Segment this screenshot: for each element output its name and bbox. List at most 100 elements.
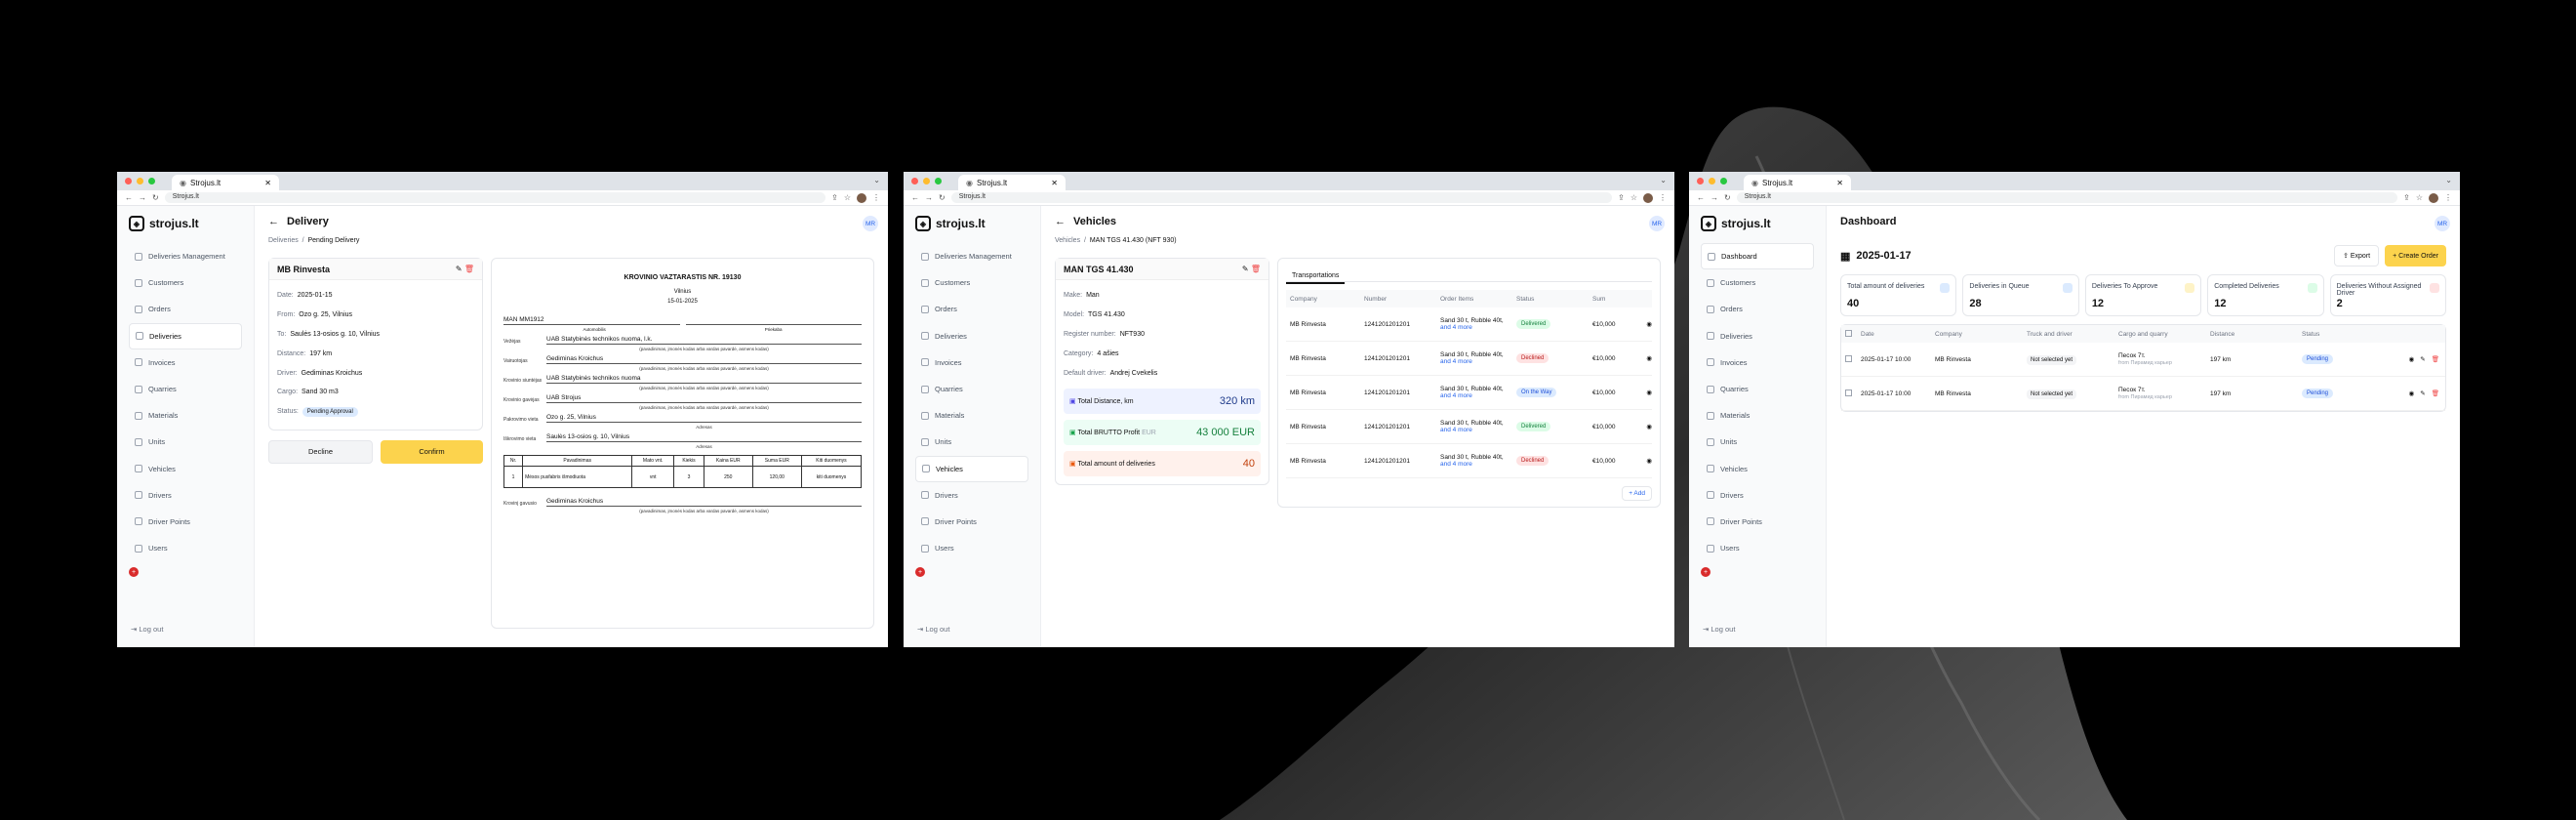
language-flag-icon[interactable]: + [915,567,925,578]
sidebar-item-driver-points[interactable]: Driver Points [129,509,242,535]
close-window-icon[interactable] [125,178,132,184]
chevron-down-icon[interactable]: ⌄ [873,176,880,184]
logo[interactable]: ◈ strojus.lt [915,216,1028,231]
bookmark-icon[interactable]: ☆ [2416,193,2423,202]
table-row[interactable]: MB Rinvesta 1241201201201 Sand 30 t, Rubbl… [1286,444,1652,478]
delete-icon[interactable]: 🗑 [2432,355,2439,363]
close-tab-icon[interactable]: ✕ [1051,179,1058,187]
sidebar-item-customers[interactable]: Customers [129,269,242,296]
add-button[interactable]: + Add [1622,486,1652,501]
sidebar-item-dashboard[interactable]: Dashboard [1701,243,1814,270]
minimize-window-icon[interactable] [923,178,930,184]
url-field[interactable]: Strojus.lt [950,192,1613,203]
minimize-window-icon[interactable] [137,178,143,184]
url-field[interactable]: Strojus.lt [1736,192,2398,203]
sidebar-item-vehicles[interactable]: Vehicles [129,456,242,482]
user-avatar[interactable]: MR [2435,216,2450,231]
sidebar-item-invoices[interactable]: Invoices [915,349,1028,376]
edit-icon[interactable]: ✎ [1242,265,1249,273]
stat-card[interactable]: Deliveries in Queue 28 [1962,274,2079,316]
sidebar-item-deliveries[interactable]: Deliveries [129,322,242,349]
back-icon[interactable]: ← [911,193,919,202]
table-row[interactable]: 2025-01-17 10:00 MB Rinvesta Not selected… [1841,343,2445,377]
sidebar-item-vehicles[interactable]: Vehicles [915,455,1028,482]
sidebar-item-units[interactable]: Units [129,429,242,455]
breadcrumb-parent[interactable]: Deliveries [268,237,299,244]
reload-icon[interactable]: ↻ [152,193,159,202]
select-all-checkbox[interactable] [1845,329,1852,337]
close-window-icon[interactable] [1697,178,1704,184]
sidebar-item-deliveries-management[interactable]: Deliveries Management [915,243,1028,269]
chevron-down-icon[interactable]: ⌄ [1660,176,1667,184]
share-icon[interactable]: ⇪ [831,193,838,202]
sidebar-item-drivers[interactable]: Drivers [1701,482,1814,509]
view-icon[interactable]: ◉ [1646,457,1652,465]
user-avatar[interactable]: MR [1649,216,1665,231]
table-row[interactable]: MB Rinvesta 1241201201201 Sand 30 t, Rubbl… [1286,308,1652,342]
sidebar-item-deliveries[interactable]: Deliveries [915,323,1028,349]
user-avatar[interactable]: MR [863,216,878,231]
minimize-window-icon[interactable] [1709,178,1715,184]
view-icon[interactable]: ◉ [1646,320,1652,328]
maximize-window-icon[interactable] [1720,178,1727,184]
sidebar-item-orders[interactable]: Orders [129,296,242,322]
sidebar-item-invoices[interactable]: Invoices [129,349,242,376]
menu-icon[interactable]: ⋮ [2444,193,2452,202]
delete-icon[interactable]: 🗑 [1251,265,1261,273]
logo[interactable]: ◈ strojus.lt [129,216,242,231]
profile-avatar[interactable] [2429,192,2438,203]
back-icon[interactable]: ← [1697,193,1705,202]
stat-card[interactable]: Deliveries To Approve 12 [2084,274,2202,316]
stat-card[interactable]: Deliveries Without Assigned Driver 2 [2329,274,2447,316]
forward-icon[interactable]: → [1711,193,1718,202]
logout-link[interactable]: ⇥ Log out [131,625,163,634]
share-icon[interactable]: ⇪ [1618,193,1625,202]
sidebar-item-quarries[interactable]: Quarries [915,376,1028,402]
calendar-icon[interactable]: ▦ [1840,250,1850,263]
sidebar-item-customers[interactable]: Customers [1701,269,1814,296]
sidebar-item-invoices[interactable]: Invoices [1701,349,1814,376]
sidebar-item-deliveries-management[interactable]: Deliveries Management [129,243,242,269]
confirm-button[interactable]: Confirm [381,439,483,464]
close-window-icon[interactable] [911,178,918,184]
browser-tab[interactable]: ◉ Strojus.lt ✕ [958,175,1066,190]
sidebar-item-quarries[interactable]: Quarries [129,376,242,402]
view-icon[interactable]: ◉ [2409,390,2415,397]
create-order-button[interactable]: + Create Order [2385,245,2446,266]
sidebar-item-users[interactable]: Users [915,535,1028,561]
table-row[interactable]: MB Rinvesta 1241201201201 Sand 30 t, Rubbl… [1286,342,1652,376]
menu-icon[interactable]: ⋮ [1659,193,1667,202]
sidebar-item-materials[interactable]: Materials [915,402,1028,429]
logout-link[interactable]: ⇥ Log out [917,625,949,634]
forward-icon[interactable]: → [925,193,933,202]
bookmark-icon[interactable]: ☆ [844,193,851,202]
sidebar-item-orders[interactable]: Orders [915,296,1028,322]
row-checkbox[interactable] [1845,354,1852,362]
delete-icon[interactable]: 🗑 [464,265,474,273]
maximize-window-icon[interactable] [148,178,155,184]
back-arrow-icon[interactable]: ← [1055,216,1066,227]
row-checkbox[interactable] [1845,389,1852,396]
sidebar-item-deliveries[interactable]: Deliveries [1701,323,1814,349]
close-tab-icon[interactable]: ✕ [264,179,271,187]
table-row[interactable]: MB Rinvesta 1241201201201 Sand 30 t, Rubbl… [1286,410,1652,444]
breadcrumb-parent[interactable]: Vehicles [1055,237,1080,244]
view-icon[interactable]: ◉ [1646,423,1652,430]
sidebar-item-driver-points[interactable]: Driver Points [1701,509,1814,535]
sidebar-item-driver-points[interactable]: Driver Points [915,509,1028,535]
table-row[interactable]: MB Rinvesta 1241201201201 Sand 30 t, Rubbl… [1286,376,1652,410]
bookmark-icon[interactable]: ☆ [1630,193,1637,202]
forward-icon[interactable]: → [139,193,146,202]
view-icon[interactable]: ◉ [1646,354,1652,362]
logout-link[interactable]: ⇥ Log out [1703,625,1735,634]
edit-icon[interactable]: ✎ [2420,390,2425,397]
sidebar-item-orders[interactable]: Orders [1701,296,1814,322]
sidebar-item-drivers[interactable]: Drivers [129,482,242,509]
edit-icon[interactable]: ✎ [2420,355,2425,363]
menu-icon[interactable]: ⋮ [872,193,880,202]
sidebar-item-materials[interactable]: Materials [129,402,242,429]
reload-icon[interactable]: ↻ [939,193,946,202]
sidebar-item-users[interactable]: Users [1701,535,1814,561]
close-tab-icon[interactable]: ✕ [1836,179,1843,187]
stat-card[interactable]: Completed Deliveries 12 [2207,274,2324,316]
